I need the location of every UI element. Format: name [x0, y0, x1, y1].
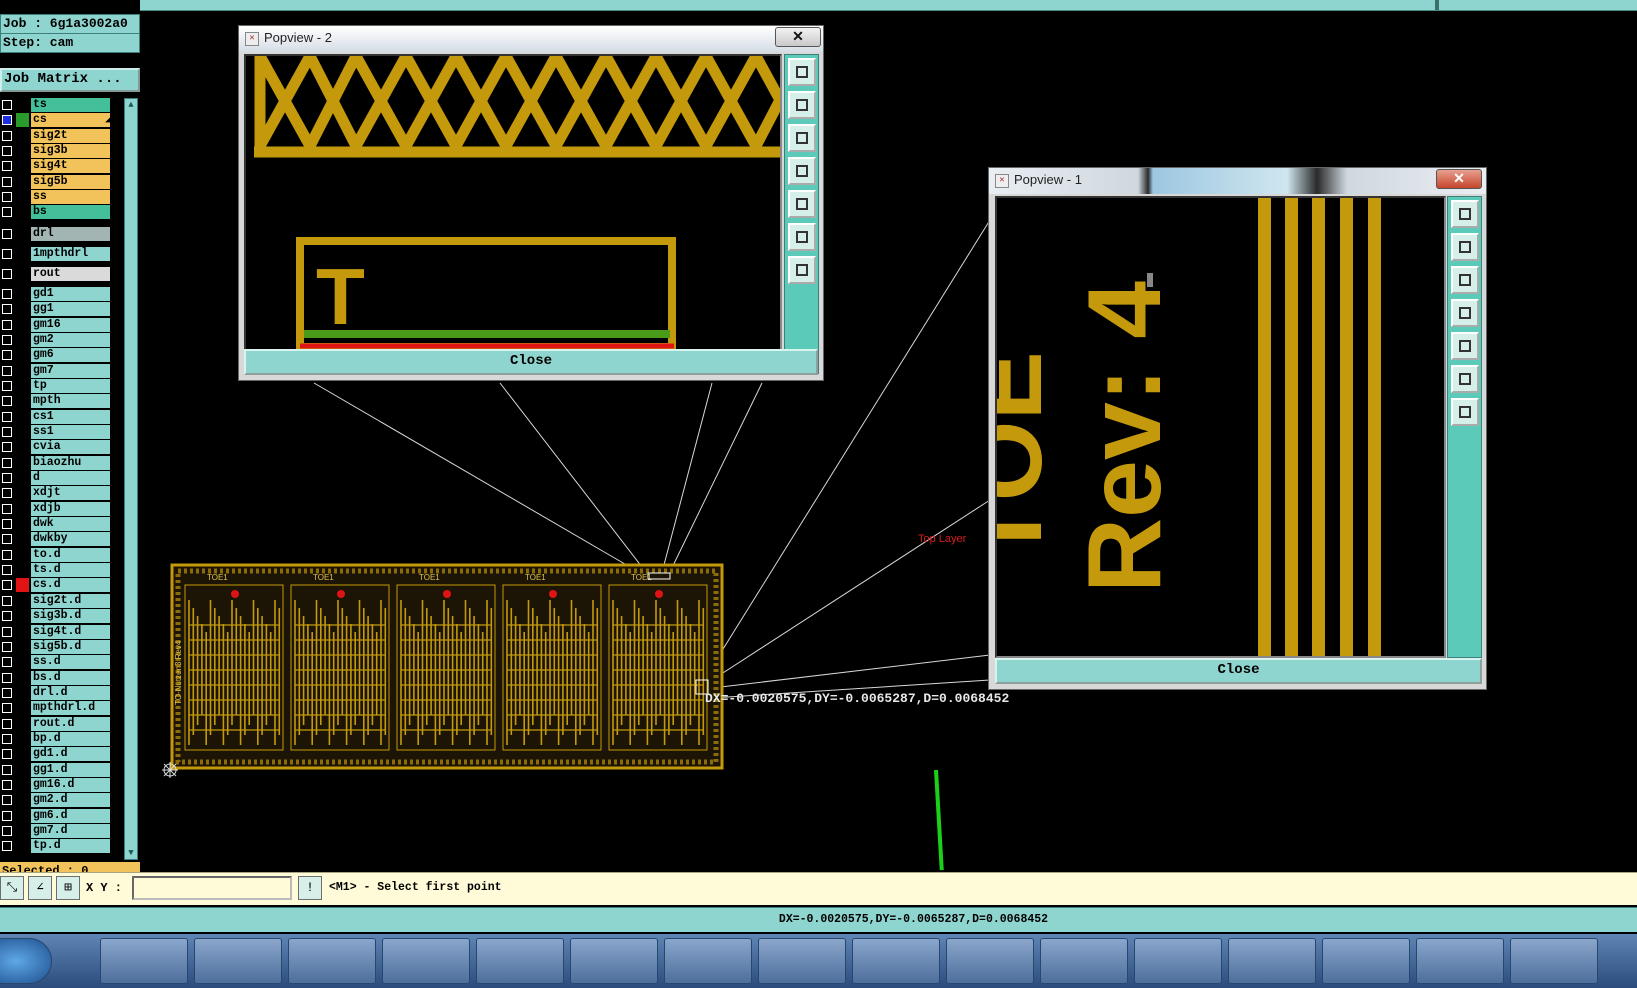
xy-label: X Y :: [86, 881, 123, 895]
windows-taskbar: [0, 934, 1637, 988]
popview-1-title: Popview - 1: [989, 168, 1486, 194]
zoom-guide-line: [499, 382, 643, 568]
taskbar-item[interactable]: [1510, 938, 1598, 984]
status-bar: DX=-0.0020575,DY=-0.0065287,D=0.0068452: [0, 907, 1637, 932]
taskbar-item[interactable]: [288, 938, 376, 984]
zoom-fit-icon[interactable]: [1451, 365, 1479, 393]
measure-readout: DX=-0.0020575,DY=-0.0065287,D=0.0068452: [705, 691, 1010, 706]
pcb-board: TOE1 TOE1 TOE1 TOE1 TOE1 TO-Nutzen3 Rev4: [170, 563, 724, 770]
annotation-arrow-icon: [934, 769, 944, 870]
pan-down-icon[interactable]: [1451, 266, 1479, 294]
taskbar-item[interactable]: [100, 938, 188, 984]
window-app-icon: ✕: [995, 174, 1009, 188]
board-unit-label: TOE1: [525, 573, 546, 582]
start-button-icon[interactable]: [0, 938, 52, 984]
taskbar-item[interactable]: [946, 938, 1034, 984]
measure-icon[interactable]: ∠: [28, 876, 52, 900]
command-bar: ⤡ ∠ ⊞ X Y : ! <M1> - Select first point: [0, 872, 1637, 905]
taskbar-item[interactable]: [570, 938, 658, 984]
zoom-in-icon[interactable]: [788, 256, 816, 284]
zoom-guide-line: [313, 382, 631, 568]
popview-2-title: Popview - 2: [239, 26, 823, 52]
popview-1-partial-text: TOE: [997, 351, 1064, 563]
popview-2-window: Popview - 2 ✕ ✕ T Close: [238, 25, 824, 381]
zoom-guide-line: [665, 382, 763, 581]
command-prompt: <M1> - Select first point: [329, 881, 502, 894]
popview-1-drawing: Rev: 4 TOE: [997, 198, 1381, 656]
zoom-guide-line: [711, 499, 991, 681]
top-layer-label: Top Layer: [918, 533, 967, 545]
popview-1-close-button[interactable]: Close: [995, 658, 1482, 684]
pan-up-icon[interactable]: [1451, 233, 1479, 261]
window-app-icon: ✕: [245, 32, 259, 46]
pan-down-icon[interactable]: [788, 124, 816, 152]
popview-1-canvas[interactable]: Rev: 4 TOE: [995, 196, 1446, 658]
board-unit-label: TOE1: [419, 573, 440, 582]
pan-up-icon[interactable]: [788, 91, 816, 119]
popview-2-close-button[interactable]: Close: [244, 349, 818, 375]
pan-right-icon[interactable]: [1451, 332, 1479, 360]
cursor-marker: [1147, 273, 1153, 287]
origin-marker-icon: [162, 762, 178, 778]
taskbar-item[interactable]: [476, 938, 564, 984]
taskbar-item[interactable]: [194, 938, 282, 984]
board-unit-label: TOE1: [313, 573, 334, 582]
taskbar-item[interactable]: [852, 938, 940, 984]
zoom-home-icon[interactable]: [788, 58, 816, 86]
taskbar-item[interactable]: [382, 938, 470, 984]
zoom-guide-line: [659, 382, 713, 581]
xy-input[interactable]: [132, 876, 292, 900]
popview-2-canvas[interactable]: T: [244, 54, 782, 374]
taskbar-item[interactable]: [664, 938, 752, 984]
popview-2-drawing: T: [254, 56, 780, 351]
taskbar-item[interactable]: [1322, 938, 1410, 984]
popview-2-glyph: T: [316, 252, 365, 341]
status-text: DX=-0.0020575,DY=-0.0065287,D=0.0068452: [778, 913, 1049, 926]
grid-icon[interactable]: ⊞: [56, 876, 80, 900]
popview-2-close-icon[interactable]: ✕: [775, 27, 821, 47]
zoom-home-icon[interactable]: [1451, 200, 1479, 228]
taskbar-item[interactable]: [1228, 938, 1316, 984]
zoom-fit-icon[interactable]: [788, 223, 816, 251]
taskbar-item[interactable]: [758, 938, 846, 984]
alert-icon[interactable]: !: [298, 876, 322, 900]
board-unit-label: TOE1: [207, 573, 228, 582]
board-unit-label: TOE1: [631, 573, 652, 582]
zoom-in-icon[interactable]: [1451, 398, 1479, 426]
taskbar-item[interactable]: [1134, 938, 1222, 984]
popview-2-toolbar: [784, 54, 819, 374]
popview-1-close-icon[interactable]: ✕: [1436, 169, 1482, 189]
pan-left-icon[interactable]: [1451, 299, 1479, 327]
taskbar-item[interactable]: [1040, 938, 1128, 984]
pan-right-icon[interactable]: [788, 190, 816, 218]
popview-1-toolbar: [1447, 196, 1482, 658]
taskbar-item[interactable]: [1416, 938, 1504, 984]
board-side-label: TO-Nutzen3 Rev4: [174, 640, 183, 705]
popview-1-rev-text: Rev: 4: [1067, 281, 1183, 593]
pan-left-icon[interactable]: [788, 157, 816, 185]
zoom-icon[interactable]: ⤡: [0, 876, 24, 900]
popview-1-window: Popview - 1 ✕ ✕ Rev: 4 TOE Close: [988, 167, 1487, 690]
